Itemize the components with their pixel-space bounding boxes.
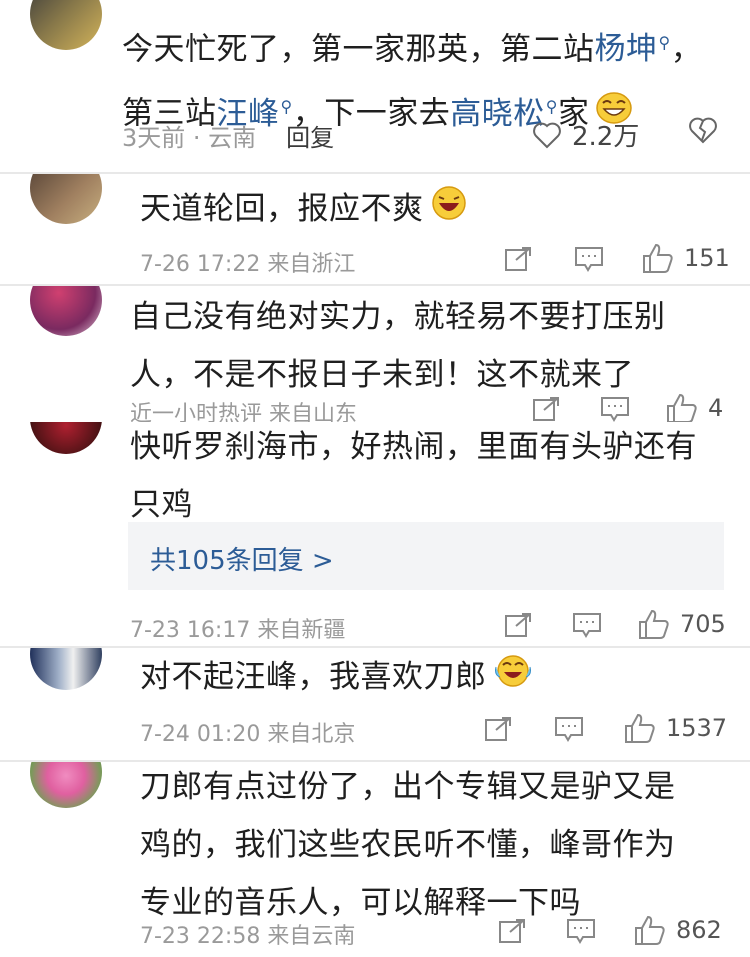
comment-meta: 7-23 16:17 来自新疆 [130, 618, 346, 643]
avatar[interactable] [30, 648, 102, 690]
share-button[interactable] [498, 918, 526, 944]
comment-button[interactable] [572, 612, 602, 638]
mention-link-yangkun[interactable]: 杨坤⚲ [595, 31, 671, 67]
share-icon [498, 918, 526, 944]
avatar[interactable] [30, 174, 102, 224]
thumbs-up-icon [634, 914, 666, 946]
comment-button[interactable] [554, 716, 584, 742]
thumbs-up-icon [624, 712, 656, 744]
comment-text: 自己没有绝对实力，就轻易不要打压别 人，不是不报日子未到！这不就来了 [130, 299, 666, 393]
magnifier-icon: ⚲ [280, 97, 293, 117]
comment-icon [572, 612, 602, 638]
thumbs-up-icon [638, 608, 670, 640]
comment-text: 对不起汪峰，我喜欢刀郎 [140, 648, 533, 708]
magnifier-icon: ⚲ [545, 97, 558, 117]
share-icon [532, 396, 560, 422]
comment-card-1: 今天忙死了，第一家那英，第二站杨坤⚲，第三站汪峰⚲，下一家去高晓松⚲家 3天前 … [0, 0, 750, 172]
share-button[interactable] [532, 396, 560, 422]
like-button[interactable]: 862 [634, 914, 722, 946]
laughing-emoji-icon [430, 182, 468, 240]
broken-heart-icon [688, 116, 718, 144]
comment-icon [554, 716, 584, 742]
comment-text: 刀郎有点过份了，出个专辑又是驴又是 鸡的，我们这些农民听不懂，峰哥作为 专业的音… [140, 769, 676, 921]
comment-card-2: 天道轮回，报应不爽 7-26 17:22 来自浙江 151 [0, 174, 750, 284]
comment-meta: 近一小时热评 来自山东 [130, 402, 357, 422]
comment-button[interactable] [566, 918, 596, 944]
share-button[interactable] [504, 612, 532, 638]
comment-meta: 7-23 22:58 来自云南 [140, 924, 356, 949]
share-icon [504, 612, 532, 638]
share-button[interactable] [484, 716, 512, 742]
thumbs-up-icon [666, 392, 698, 422]
like-button[interactable]: 151 [642, 242, 730, 274]
magnifier-icon: ⚲ [658, 33, 671, 52]
comment-button[interactable] [574, 246, 604, 272]
comment-card-3: 自己没有绝对实力，就轻易不要打压别 人，不是不报日子未到！这不就来了 近一小时热… [0, 286, 750, 422]
comment-card-4: 快听罗刹海市，好热闹，里面有头驴还有 只鸡 共105条回复 > 7-23 16:… [0, 422, 750, 646]
comment-icon [574, 246, 604, 272]
more-replies-button[interactable]: 共105条回复 > [128, 522, 724, 590]
comment-meta: 3天前 · 云南 回复 [122, 124, 335, 152]
share-button[interactable] [504, 246, 532, 272]
avatar[interactable] [30, 0, 102, 50]
crying-laughing-emoji-icon [493, 650, 533, 708]
comment-card-5: 对不起汪峰，我喜欢刀郎 7-24 01:20 来自北京 1537 [0, 648, 750, 760]
heart-icon [532, 121, 562, 149]
comment-button[interactable] [600, 396, 630, 422]
comment-icon [600, 396, 630, 422]
comment-text: 天道轮回，报应不爽 [140, 180, 468, 240]
avatar[interactable] [30, 762, 102, 808]
like-button[interactable]: 4 [666, 392, 723, 422]
like-button[interactable]: 705 [638, 608, 726, 640]
thumbs-up-icon [642, 242, 674, 274]
avatar[interactable] [30, 286, 102, 336]
comment-icon [566, 918, 596, 944]
share-icon [484, 716, 512, 742]
reply-button[interactable]: 回复 [286, 124, 334, 152]
comment-card-6: 刀郎有点过份了，出个专辑又是驴又是 鸡的，我们这些农民听不懂，峰哥作为 专业的音… [0, 762, 750, 957]
avatar[interactable] [30, 422, 102, 454]
comment-text: 快听罗刹海市，好热闹，里面有头驴还有 只鸡 [130, 429, 697, 523]
comment-meta: 7-26 17:22 来自浙江 [140, 252, 356, 277]
like-button[interactable]: 1537 [624, 712, 727, 744]
share-icon [504, 246, 532, 272]
like-button[interactable]: 2.2万 [532, 116, 639, 153]
comment-meta: 7-24 01:20 来自北京 [140, 722, 356, 747]
dislike-button[interactable] [688, 116, 718, 144]
